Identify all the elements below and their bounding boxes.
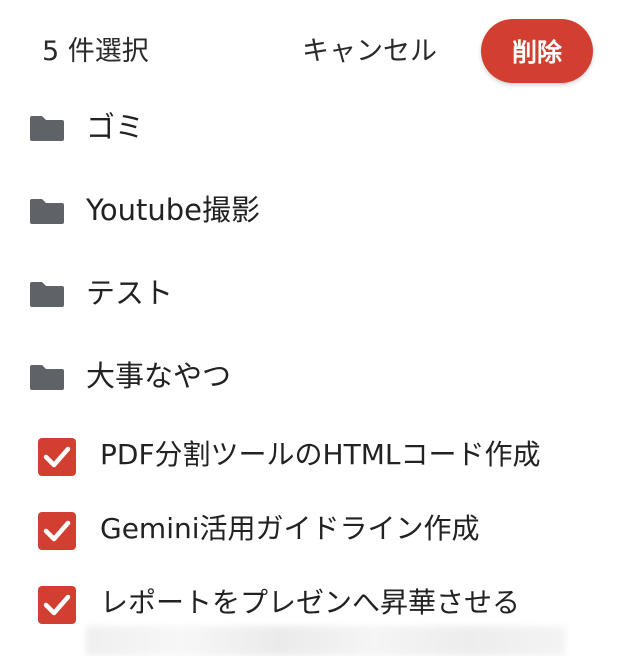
folder-label: Youtube撮影 <box>86 193 260 227</box>
file-checkbox[interactable] <box>38 438 76 476</box>
delete-button[interactable]: 削除 <box>481 19 593 83</box>
file-label: レポートをプレゼンへ昇華させる <box>100 586 521 619</box>
file-item-report[interactable]: レポートをプレゼンへ昇華させる <box>0 569 630 629</box>
checkmark-icon <box>43 520 71 542</box>
folder-item-youtube[interactable]: Youtube撮影 <box>0 180 630 240</box>
folder-icon <box>28 198 66 225</box>
file-item-gemini[interactable]: Gemini活用ガイドライン作成 <box>0 495 630 555</box>
file-item-pdf[interactable]: PDF分割ツールのHTMLコード作成 <box>0 421 630 481</box>
folder-icon <box>28 115 66 142</box>
file-checkbox[interactable] <box>38 586 76 624</box>
file-label: Gemini活用ガイドライン作成 <box>100 512 480 545</box>
checkmark-icon <box>43 446 71 468</box>
folder-icon <box>28 364 66 391</box>
folder-label: テスト <box>86 276 174 310</box>
folder-item-daiji[interactable]: 大事なやつ <box>0 346 630 406</box>
folder-icon <box>28 281 66 308</box>
selection-toolbar: 5 件選択 キャンセル 削除 <box>0 0 630 100</box>
cancel-button[interactable]: キャンセル <box>302 34 437 70</box>
folder-item-test[interactable]: テスト <box>0 263 630 323</box>
file-checkbox[interactable] <box>38 512 76 550</box>
folder-item-gomi[interactable]: ゴミ <box>0 97 630 157</box>
partially-visible-row <box>86 626 566 656</box>
folder-label: ゴミ <box>86 110 145 144</box>
checkmark-icon <box>43 594 71 616</box>
file-label: PDF分割ツールのHTMLコード作成 <box>100 438 541 471</box>
selected-count: 5 件選択 <box>42 36 149 67</box>
folder-label: 大事なやつ <box>86 359 232 393</box>
